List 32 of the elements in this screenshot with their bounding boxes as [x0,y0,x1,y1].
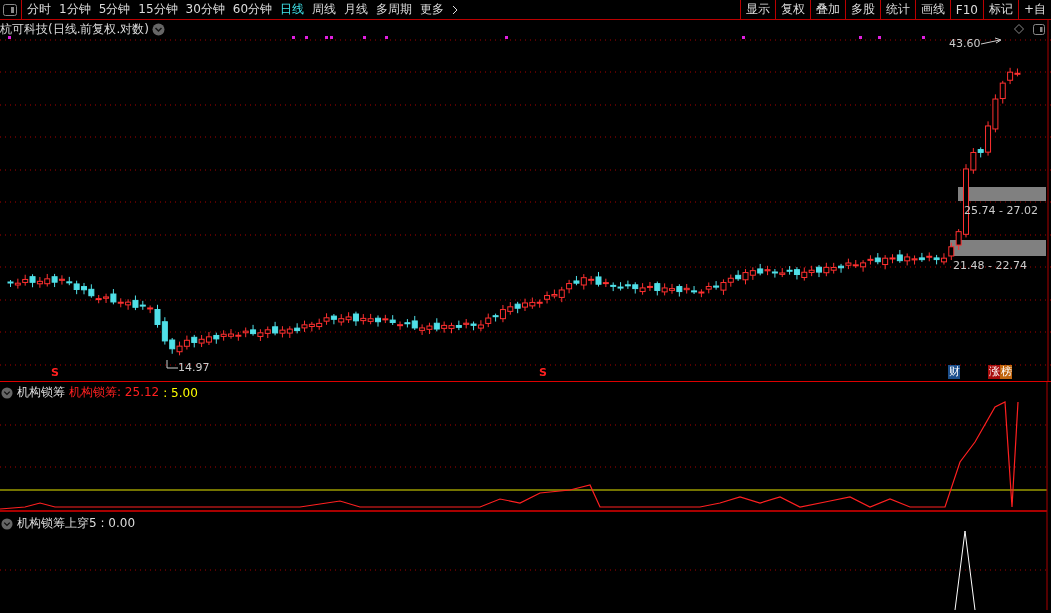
rank-badge[interactable]: 涨 [988,365,1000,379]
indicator-value: 机构锁筹: 25.12 [69,384,160,401]
chevron-down-icon[interactable] [152,23,165,36]
chevron-down-icon[interactable] [1,517,13,530]
period-tab[interactable]: 1分钟 [59,1,91,18]
period-tab[interactable]: 5分钟 [98,1,131,18]
period-tab[interactable]: 60分钟 [232,1,273,18]
panel-toggle-icon[interactable] [3,3,17,16]
arrow-icon [980,37,1002,45]
period-tab[interactable]: 周线 [312,1,337,18]
period-tab[interactable]: 15分钟 [138,1,178,18]
panel-toggle-icon[interactable] [1033,24,1045,35]
period-tab[interactable]: 日线 [280,1,305,18]
period-tab[interactable]: 月线 [344,1,369,18]
news-badge[interactable]: 财 [948,365,960,379]
more-tab[interactable]: 更多 [420,1,445,18]
threshold-value: : 5.00 [163,385,198,400]
indicator-name: 机构锁筹上穿5 : 0.00 [17,515,136,532]
signal-marker: S [51,366,59,379]
indicator-name: 机构锁筹 [17,384,65,401]
signal-marker: S [539,366,547,379]
price-label: 14.97 [178,361,210,374]
chart-title: 杭可科技(日线.前复权.对数) [0,21,149,38]
rank-badge[interactable]: 榜 [1000,365,1012,379]
price-range-label: 21.48 - 22.74 [953,259,1027,272]
period-tab[interactable]: 30分钟 [185,1,225,18]
price-label: 43.60 [949,37,981,50]
chevron-right-icon [452,4,459,15]
period-tab[interactable]: 分时 [27,1,51,18]
chevron-down-icon[interactable] [1,386,13,399]
period-tab[interactable]: 多周期 [376,1,413,18]
diamond-icon[interactable] [1014,24,1024,34]
